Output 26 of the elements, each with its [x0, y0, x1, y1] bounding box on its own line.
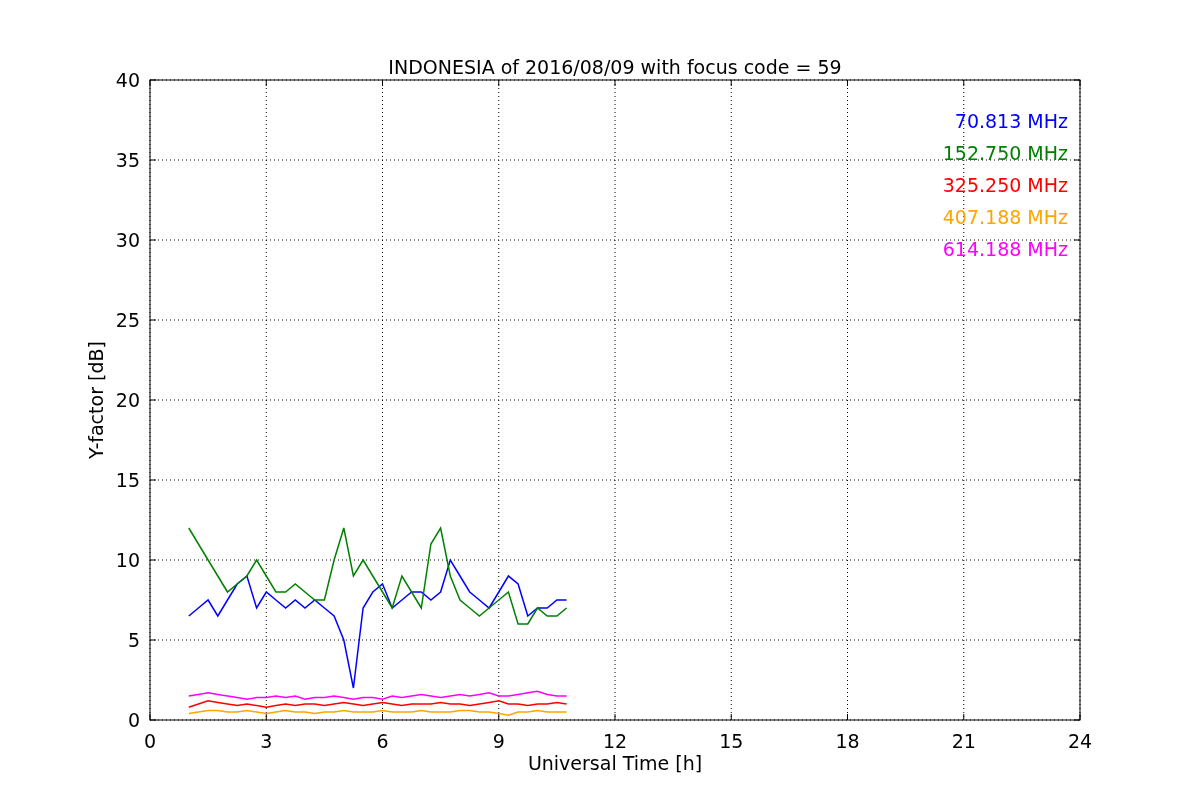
- tick-label: 30: [115, 229, 140, 251]
- tick-label: 6: [376, 730, 389, 752]
- tick-label: 15: [719, 730, 744, 752]
- chart-title: INDONESIA of 2016/08/09 with focus code = 59: [388, 56, 842, 78]
- tick-label: 21: [951, 730, 976, 752]
- legend-label: 70.813 MHz: [954, 110, 1068, 132]
- legend-label: 152.750 MHz: [942, 142, 1068, 164]
- tick-label: 15: [115, 469, 140, 491]
- legend-label: 614.188 MHz: [942, 238, 1068, 260]
- tick-label: 3: [260, 730, 273, 752]
- legend-label: 325.250 MHz: [942, 174, 1068, 196]
- tick-label: 0: [143, 730, 157, 752]
- x-axis-label: Universal Time [h]: [527, 752, 703, 774]
- legend-label: 407.188 MHz: [942, 206, 1068, 228]
- tick-label: 24: [1067, 730, 1093, 752]
- tick-label: 20: [115, 389, 140, 411]
- tick-label: 12: [602, 730, 628, 752]
- tick-label: 25: [115, 309, 140, 331]
- tick-label: 18: [835, 730, 860, 752]
- y-axis-label: Y-factor [dB]: [85, 341, 107, 459]
- tick-label: 9: [492, 730, 505, 752]
- tick-label: 40: [115, 69, 140, 91]
- tick-label: 35: [115, 149, 140, 171]
- tick-label: 10: [115, 549, 140, 571]
- tick-label: 5: [127, 629, 140, 651]
- tick-label: 0: [127, 709, 140, 731]
